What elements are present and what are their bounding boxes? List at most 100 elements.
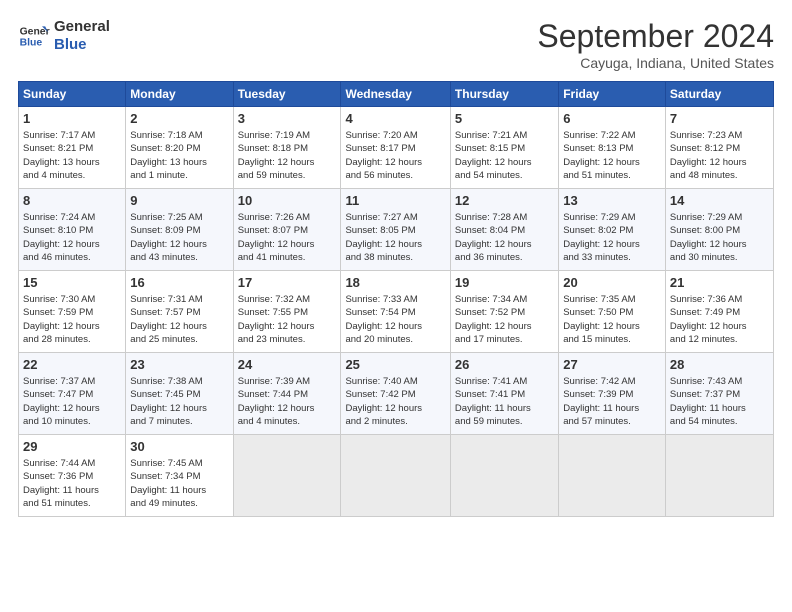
- calendar-cell: 1Sunrise: 7:17 AMSunset: 8:21 PMDaylight…: [19, 107, 126, 189]
- day-info: Sunrise: 7:24 AM: [23, 211, 121, 224]
- calendar-cell: 6Sunrise: 7:22 AMSunset: 8:13 PMDaylight…: [559, 107, 666, 189]
- day-info: and 56 minutes.: [345, 169, 445, 182]
- day-info: Sunset: 7:52 PM: [455, 306, 554, 319]
- day-info: Sunset: 7:55 PM: [238, 306, 337, 319]
- day-info: and 57 minutes.: [563, 415, 661, 428]
- day-info: Sunset: 8:00 PM: [670, 224, 769, 237]
- day-number: 7: [670, 110, 769, 128]
- day-info: and 43 minutes.: [130, 251, 228, 264]
- day-info: Daylight: 12 hours: [130, 238, 228, 251]
- day-info: Sunrise: 7:29 AM: [563, 211, 661, 224]
- day-info: and 2 minutes.: [345, 415, 445, 428]
- day-number: 14: [670, 192, 769, 210]
- day-info: Daylight: 12 hours: [23, 402, 121, 415]
- day-info: Sunset: 8:05 PM: [345, 224, 445, 237]
- calendar-cell: 2Sunrise: 7:18 AMSunset: 8:20 PMDaylight…: [126, 107, 233, 189]
- calendar-cell: [341, 435, 450, 517]
- day-info: Sunrise: 7:42 AM: [563, 375, 661, 388]
- day-info: Sunrise: 7:17 AM: [23, 129, 121, 142]
- day-number: 18: [345, 274, 445, 292]
- day-info: Sunrise: 7:43 AM: [670, 375, 769, 388]
- day-info: Daylight: 12 hours: [238, 156, 337, 169]
- day-header-saturday: Saturday: [665, 82, 773, 107]
- day-info: and 51 minutes.: [23, 497, 121, 510]
- calendar-cell: [233, 435, 341, 517]
- calendar-cell: [665, 435, 773, 517]
- day-info: Daylight: 13 hours: [23, 156, 121, 169]
- day-info: Daylight: 12 hours: [238, 238, 337, 251]
- day-info: Sunset: 8:17 PM: [345, 142, 445, 155]
- calendar-cell: 14Sunrise: 7:29 AMSunset: 8:00 PMDayligh…: [665, 189, 773, 271]
- calendar-cell: 17Sunrise: 7:32 AMSunset: 7:55 PMDayligh…: [233, 271, 341, 353]
- day-info: and 30 minutes.: [670, 251, 769, 264]
- day-number: 12: [455, 192, 554, 210]
- day-number: 4: [345, 110, 445, 128]
- day-info: Sunset: 8:21 PM: [23, 142, 121, 155]
- day-info: and 38 minutes.: [345, 251, 445, 264]
- day-header-thursday: Thursday: [450, 82, 558, 107]
- day-info: Sunrise: 7:21 AM: [455, 129, 554, 142]
- calendar-cell: 8Sunrise: 7:24 AMSunset: 8:10 PMDaylight…: [19, 189, 126, 271]
- day-info: Sunset: 7:36 PM: [23, 470, 121, 483]
- day-info: and 20 minutes.: [345, 333, 445, 346]
- day-number: 22: [23, 356, 121, 374]
- day-info: Sunset: 7:49 PM: [670, 306, 769, 319]
- calendar-header-row: SundayMondayTuesdayWednesdayThursdayFrid…: [19, 82, 774, 107]
- day-info: Sunrise: 7:34 AM: [455, 293, 554, 306]
- logo-icon: General Blue: [18, 20, 50, 52]
- day-info: Daylight: 12 hours: [455, 238, 554, 251]
- day-number: 23: [130, 356, 228, 374]
- day-info: Daylight: 12 hours: [23, 320, 121, 333]
- day-number: 30: [130, 438, 228, 456]
- day-info: Daylight: 12 hours: [563, 156, 661, 169]
- day-info: Sunset: 7:44 PM: [238, 388, 337, 401]
- calendar-cell: [559, 435, 666, 517]
- day-info: and 49 minutes.: [130, 497, 228, 510]
- day-number: 8: [23, 192, 121, 210]
- logo-text: General Blue: [54, 18, 110, 54]
- day-info: Sunset: 8:12 PM: [670, 142, 769, 155]
- calendar-cell: 24Sunrise: 7:39 AMSunset: 7:44 PMDayligh…: [233, 353, 341, 435]
- day-info: and 25 minutes.: [130, 333, 228, 346]
- day-info: Sunset: 8:13 PM: [563, 142, 661, 155]
- day-number: 1: [23, 110, 121, 128]
- day-info: Sunset: 7:59 PM: [23, 306, 121, 319]
- day-info: Sunset: 8:02 PM: [563, 224, 661, 237]
- day-number: 2: [130, 110, 228, 128]
- day-info: Daylight: 12 hours: [670, 320, 769, 333]
- day-number: 28: [670, 356, 769, 374]
- day-info: Daylight: 12 hours: [345, 156, 445, 169]
- day-info: Sunset: 7:54 PM: [345, 306, 445, 319]
- day-info: and 48 minutes.: [670, 169, 769, 182]
- day-info: Sunrise: 7:18 AM: [130, 129, 228, 142]
- day-number: 17: [238, 274, 337, 292]
- calendar-cell: 28Sunrise: 7:43 AMSunset: 7:37 PMDayligh…: [665, 353, 773, 435]
- day-info: and 23 minutes.: [238, 333, 337, 346]
- day-info: Sunset: 7:47 PM: [23, 388, 121, 401]
- calendar-cell: 29Sunrise: 7:44 AMSunset: 7:36 PMDayligh…: [19, 435, 126, 517]
- day-info: Daylight: 12 hours: [345, 238, 445, 251]
- day-info: Sunrise: 7:41 AM: [455, 375, 554, 388]
- day-info: Sunrise: 7:19 AM: [238, 129, 337, 142]
- day-info: and 46 minutes.: [23, 251, 121, 264]
- calendar-cell: 16Sunrise: 7:31 AMSunset: 7:57 PMDayligh…: [126, 271, 233, 353]
- day-info: Sunset: 8:09 PM: [130, 224, 228, 237]
- day-info: Daylight: 12 hours: [670, 238, 769, 251]
- day-info: Sunrise: 7:39 AM: [238, 375, 337, 388]
- day-info: Sunset: 7:45 PM: [130, 388, 228, 401]
- day-info: Daylight: 11 hours: [23, 484, 121, 497]
- day-info: and 15 minutes.: [563, 333, 661, 346]
- week-row-1: 1Sunrise: 7:17 AMSunset: 8:21 PMDaylight…: [19, 107, 774, 189]
- day-info: Sunrise: 7:33 AM: [345, 293, 445, 306]
- calendar-cell: [450, 435, 558, 517]
- day-header-wednesday: Wednesday: [341, 82, 450, 107]
- day-info: Sunset: 8:04 PM: [455, 224, 554, 237]
- day-info: Daylight: 13 hours: [130, 156, 228, 169]
- day-number: 27: [563, 356, 661, 374]
- day-info: and 59 minutes.: [238, 169, 337, 182]
- day-info: Sunrise: 7:45 AM: [130, 457, 228, 470]
- day-info: and 17 minutes.: [455, 333, 554, 346]
- calendar-cell: 10Sunrise: 7:26 AMSunset: 8:07 PMDayligh…: [233, 189, 341, 271]
- day-number: 5: [455, 110, 554, 128]
- day-info: Sunrise: 7:32 AM: [238, 293, 337, 306]
